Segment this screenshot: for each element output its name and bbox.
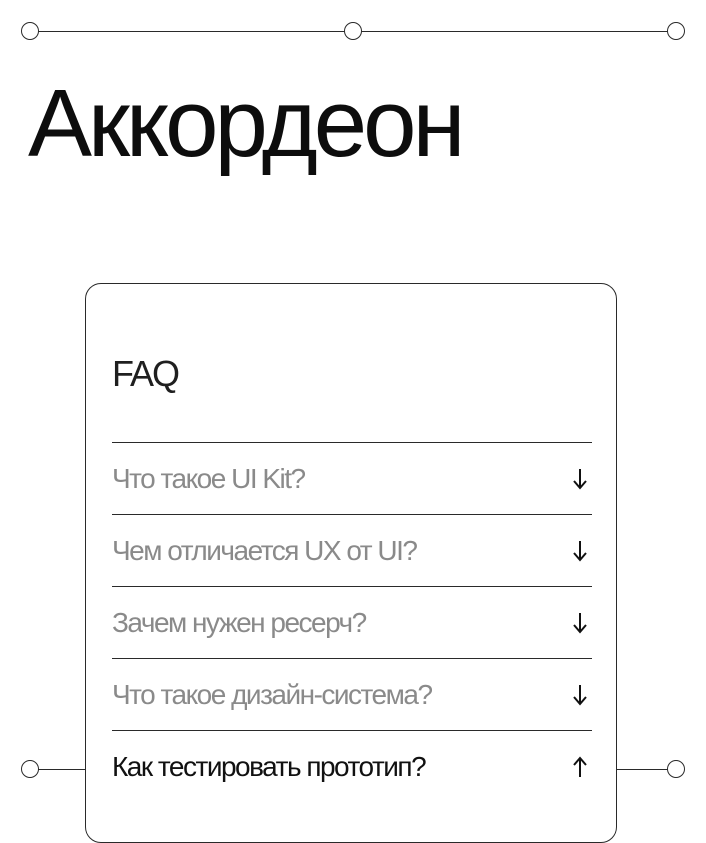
top-center-node — [344, 22, 362, 40]
faq-question: Что такое дизайн-система? — [112, 678, 433, 710]
faq-heading: FAQ — [112, 353, 180, 394]
arrow-up-icon — [573, 755, 587, 777]
faq-question: Чем отличается UX от UI? — [112, 534, 418, 566]
faq-item-ui-kit[interactable]: Что такое UI Kit? — [112, 442, 592, 514]
top-right-node — [667, 22, 685, 40]
faq-accordion-card: FAQ Что такое UI Kit? Чем отличается UX … — [85, 283, 617, 843]
bottom-right-node — [667, 760, 685, 778]
faq-item-research[interactable]: Зачем нужен ресерч? — [112, 586, 592, 658]
bottom-left-node — [21, 760, 39, 778]
top-left-node — [21, 22, 39, 40]
faq-item-prototype-testing[interactable]: Как тестировать прототип? — [112, 730, 592, 802]
faq-item-design-system[interactable]: Что такое дизайн-система? — [112, 658, 592, 730]
faq-list: Что такое UI Kit? Чем отличается UX от U… — [112, 442, 592, 802]
arrow-down-icon — [573, 612, 587, 634]
faq-item-ux-vs-ui[interactable]: Чем отличается UX от UI? — [112, 514, 592, 586]
arrow-down-icon — [573, 684, 587, 706]
arrow-down-icon — [573, 468, 587, 490]
arrow-down-icon — [573, 540, 587, 562]
page-title: Аккордеон — [28, 70, 465, 177]
faq-question: Как тестировать прототип? — [112, 750, 427, 782]
faq-question: Что такое UI Kit? — [112, 462, 306, 494]
faq-question: Зачем нужен ресерч? — [112, 606, 367, 638]
